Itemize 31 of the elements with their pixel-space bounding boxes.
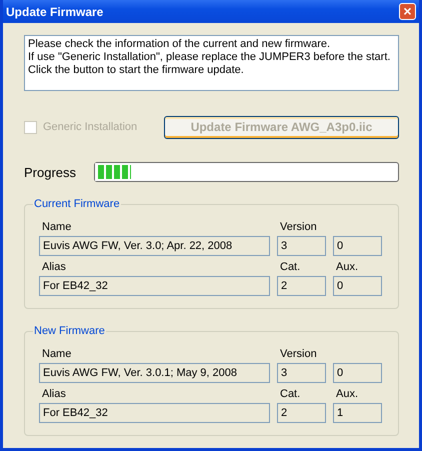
- field-label: Alias: [41, 260, 67, 275]
- field-label: Aux.: [335, 260, 360, 275]
- version-field: 0: [333, 363, 382, 383]
- field-label: Cat.: [279, 260, 302, 275]
- version-field: 3: [277, 236, 326, 256]
- aux-field: 0: [333, 276, 382, 296]
- group-title: New Firmware: [33, 325, 106, 337]
- category-field: 2: [277, 276, 326, 296]
- field-label: Name: [41, 347, 72, 362]
- category-field: 2: [277, 403, 326, 423]
- name-field: Euvis AWG FW, Ver. 3.0; Apr. 22, 2008: [39, 236, 270, 256]
- message-line: Click the button to start the firmware update.: [28, 64, 245, 77]
- close-button[interactable]: ×: [399, 3, 416, 20]
- group-title: Current Firmware: [33, 198, 121, 210]
- message-line: If use "Generic Installation", please replace the JUMPER3 before the start.: [28, 51, 392, 64]
- window-title: Update Firmware: [6, 4, 104, 18]
- field-label: Cat.: [279, 387, 302, 402]
- progress-label: Progress: [24, 164, 78, 180]
- field-label: Version: [279, 347, 318, 362]
- alias-field: For EB42_32: [39, 403, 270, 423]
- field-label: Aux.: [335, 387, 360, 402]
- field-label: Version: [279, 220, 318, 235]
- name-field: Euvis AWG FW, Ver. 3.0.1; May 9, 2008: [39, 363, 270, 383]
- field-label: Alias: [41, 387, 67, 402]
- aux-field: 1: [333, 403, 382, 423]
- version-field: 0: [333, 236, 382, 256]
- field-label: Name: [41, 220, 72, 235]
- checkbox-label: Generic Installation: [43, 121, 138, 133]
- message-line: Please check the information of the current and new firmware.: [28, 38, 332, 51]
- alias-field: For EB42_32: [39, 276, 270, 296]
- version-field: 3: [277, 363, 326, 383]
